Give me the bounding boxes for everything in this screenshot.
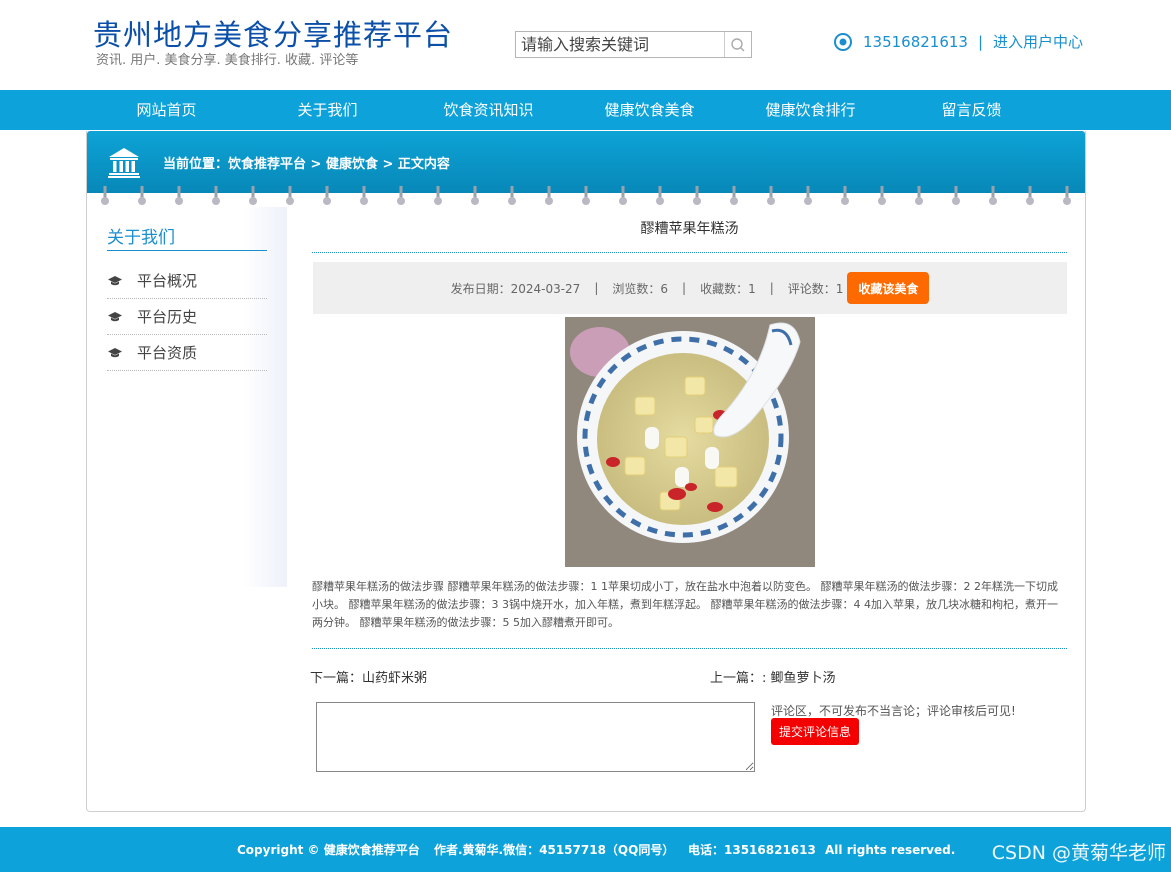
spiral-ring [693, 186, 701, 205]
prev-article-link[interactable]: 上一篇：: 鲫鱼萝卜汤 [710, 667, 836, 686]
spiral-ring [212, 186, 220, 205]
spiral-ring [471, 186, 479, 205]
spiral-ring [1063, 186, 1071, 205]
spiral-ring [804, 186, 812, 205]
article-body: 醪糟苹果年糕汤的做法步骤 醪糟苹果年糕汤的做法步骤：1 1苹果切成小丁，放在盐水… [312, 580, 1058, 629]
location-icon [834, 32, 852, 51]
footer-rights: All rights reserved. [825, 842, 956, 857]
sidebar-list: 平台概况 平台历史 平台资质 [107, 263, 267, 371]
view-count: 浏览数：6 [612, 281, 669, 296]
footer-phone: 电话：13516821613 [688, 843, 816, 857]
brand: 贵州地方美食分享推荐平台 资讯. 用户. 美食分享. 美食排行. 收藏. 评论等 [93, 17, 453, 69]
watermark: CSDN @黄菊华老师 [991, 842, 1166, 864]
sidebar-divider [107, 250, 267, 251]
comment-area: 评论区，不可发布不当言论；评论审核后可见! 提交评论信息 [316, 702, 1067, 774]
search-button[interactable] [724, 32, 751, 57]
graduation-cap-icon [108, 311, 122, 321]
nav-item-news[interactable]: 饮食资讯知识 [408, 90, 569, 130]
spiral-ring [360, 186, 368, 205]
spiral-ring [656, 186, 664, 205]
site-header: 贵州地方美食分享推荐平台 资讯. 用户. 美食分享. 美食排行. 收藏. 评论等… [0, 0, 1171, 90]
spiral-ring [138, 186, 146, 205]
main-panel: 当前位置：饮食推荐平台 > 健康饮食 > 正文内容 关于我们 平台概况 平台历史… [86, 131, 1086, 812]
comment-textarea[interactable] [316, 702, 755, 772]
sidebar-item-label: 平台资质 [137, 344, 198, 362]
spiral-ring [878, 186, 886, 205]
favorite-button[interactable]: 收藏该美食 [847, 272, 930, 304]
spiral-ring [767, 186, 775, 205]
next-article-link[interactable]: 下一篇：山药虾米粥 [310, 667, 427, 686]
spiral-ring [508, 186, 516, 205]
search-input[interactable] [516, 32, 724, 57]
submit-comment-button[interactable]: 提交评论信息 [771, 718, 860, 745]
nav-item-home[interactable]: 网站首页 [86, 90, 247, 130]
meta-separator: | [594, 281, 599, 295]
sidebar-item-label: 平台历史 [137, 308, 198, 326]
article-pagination: 下一篇：山药虾米粥 上一篇：: 鲫鱼萝卜汤 [310, 667, 1067, 687]
spiral-ring [249, 186, 257, 205]
comment-notice: 评论区，不可发布不当言论；评论审核后可见! [771, 704, 1016, 718]
nav-item-ranking[interactable]: 健康饮食排行 [730, 90, 891, 130]
meta-separator: | [769, 281, 774, 295]
spiral-ring [286, 186, 294, 205]
spiral-ring [915, 186, 923, 205]
publish-date: 发布日期：2024-03-27 [450, 281, 581, 296]
title-divider [312, 252, 1067, 253]
breadcrumb-bar: 当前位置：饮食推荐平台 > 健康饮食 > 正文内容 [87, 131, 1085, 193]
spiral-ring [101, 186, 109, 205]
soup-bowl-image [564, 317, 815, 567]
search-icon [731, 37, 745, 51]
sidebar-title: 关于我们 [107, 228, 175, 248]
spiral-binding [101, 186, 1071, 205]
footer-author: 作者.黄菊华.微信：45157718（QQ同号） [434, 843, 675, 857]
main-nav: 网站首页 关于我们 饮食资讯知识 健康饮食美食 健康饮食排行 留言反馈 [0, 90, 1171, 130]
article-content: 醪糟苹果年糕汤 发布日期：2024-03-27 | 浏览数：6 | 收藏数：1 … [310, 207, 1067, 774]
spiral-ring [989, 186, 997, 205]
search-box [515, 31, 752, 58]
spiral-ring [545, 186, 553, 205]
spiral-ring [952, 186, 960, 205]
spiral-ring [397, 186, 405, 205]
spiral-ring [434, 186, 442, 205]
spiral-ring [730, 186, 738, 205]
nav-item-feedback[interactable]: 留言反馈 [891, 90, 1052, 130]
spiral-ring [175, 186, 183, 205]
spiral-ring [841, 186, 849, 205]
graduation-cap-icon [108, 347, 122, 357]
body-divider [312, 648, 1067, 649]
article-title: 醪糟苹果年糕汤 [640, 221, 739, 237]
contact-area: 13516821613 | 进入用户中心 [833, 31, 1083, 52]
graduation-cap-icon [108, 275, 122, 285]
nav-item-about[interactable]: 关于我们 [247, 90, 408, 130]
header-phone: 13516821613 [863, 32, 968, 51]
sidebar-item-qualification[interactable]: 平台资质 [107, 335, 267, 371]
user-center-link[interactable]: 进入用户中心 [993, 31, 1083, 52]
sidebar-item-overview[interactable]: 平台概况 [107, 263, 267, 299]
meta-separator: | [682, 281, 687, 295]
site-subtitle: 资讯. 用户. 美食分享. 美食排行. 收藏. 评论等 [96, 53, 359, 68]
comment-count: 评论数：1 [787, 281, 844, 296]
sidebar: 关于我们 平台概况 平台历史 平台资质 [87, 207, 287, 587]
article-meta: 发布日期：2024-03-27 | 浏览数：6 | 收藏数：1 | 评论数：1 … [313, 262, 1067, 314]
sidebar-item-label: 平台概况 [137, 272, 198, 290]
spiral-ring [619, 186, 627, 205]
footer-copyright: Copyright © 健康饮食推荐平台 [237, 843, 420, 857]
sidebar-item-history[interactable]: 平台历史 [107, 299, 267, 335]
site-title[interactable]: 贵州地方美食分享推荐平台 [93, 17, 453, 53]
institution-icon [108, 148, 140, 178]
spiral-ring [1026, 186, 1034, 205]
favorite-count: 收藏数：1 [700, 281, 756, 296]
header-separator: | [977, 32, 984, 51]
breadcrumb: 当前位置：饮食推荐平台 > 健康饮食 > 正文内容 [163, 156, 450, 172]
spiral-ring [582, 186, 590, 205]
nav-item-healthy-food[interactable]: 健康饮食美食 [569, 90, 730, 130]
food-photo [564, 317, 815, 567]
spiral-ring [323, 186, 331, 205]
